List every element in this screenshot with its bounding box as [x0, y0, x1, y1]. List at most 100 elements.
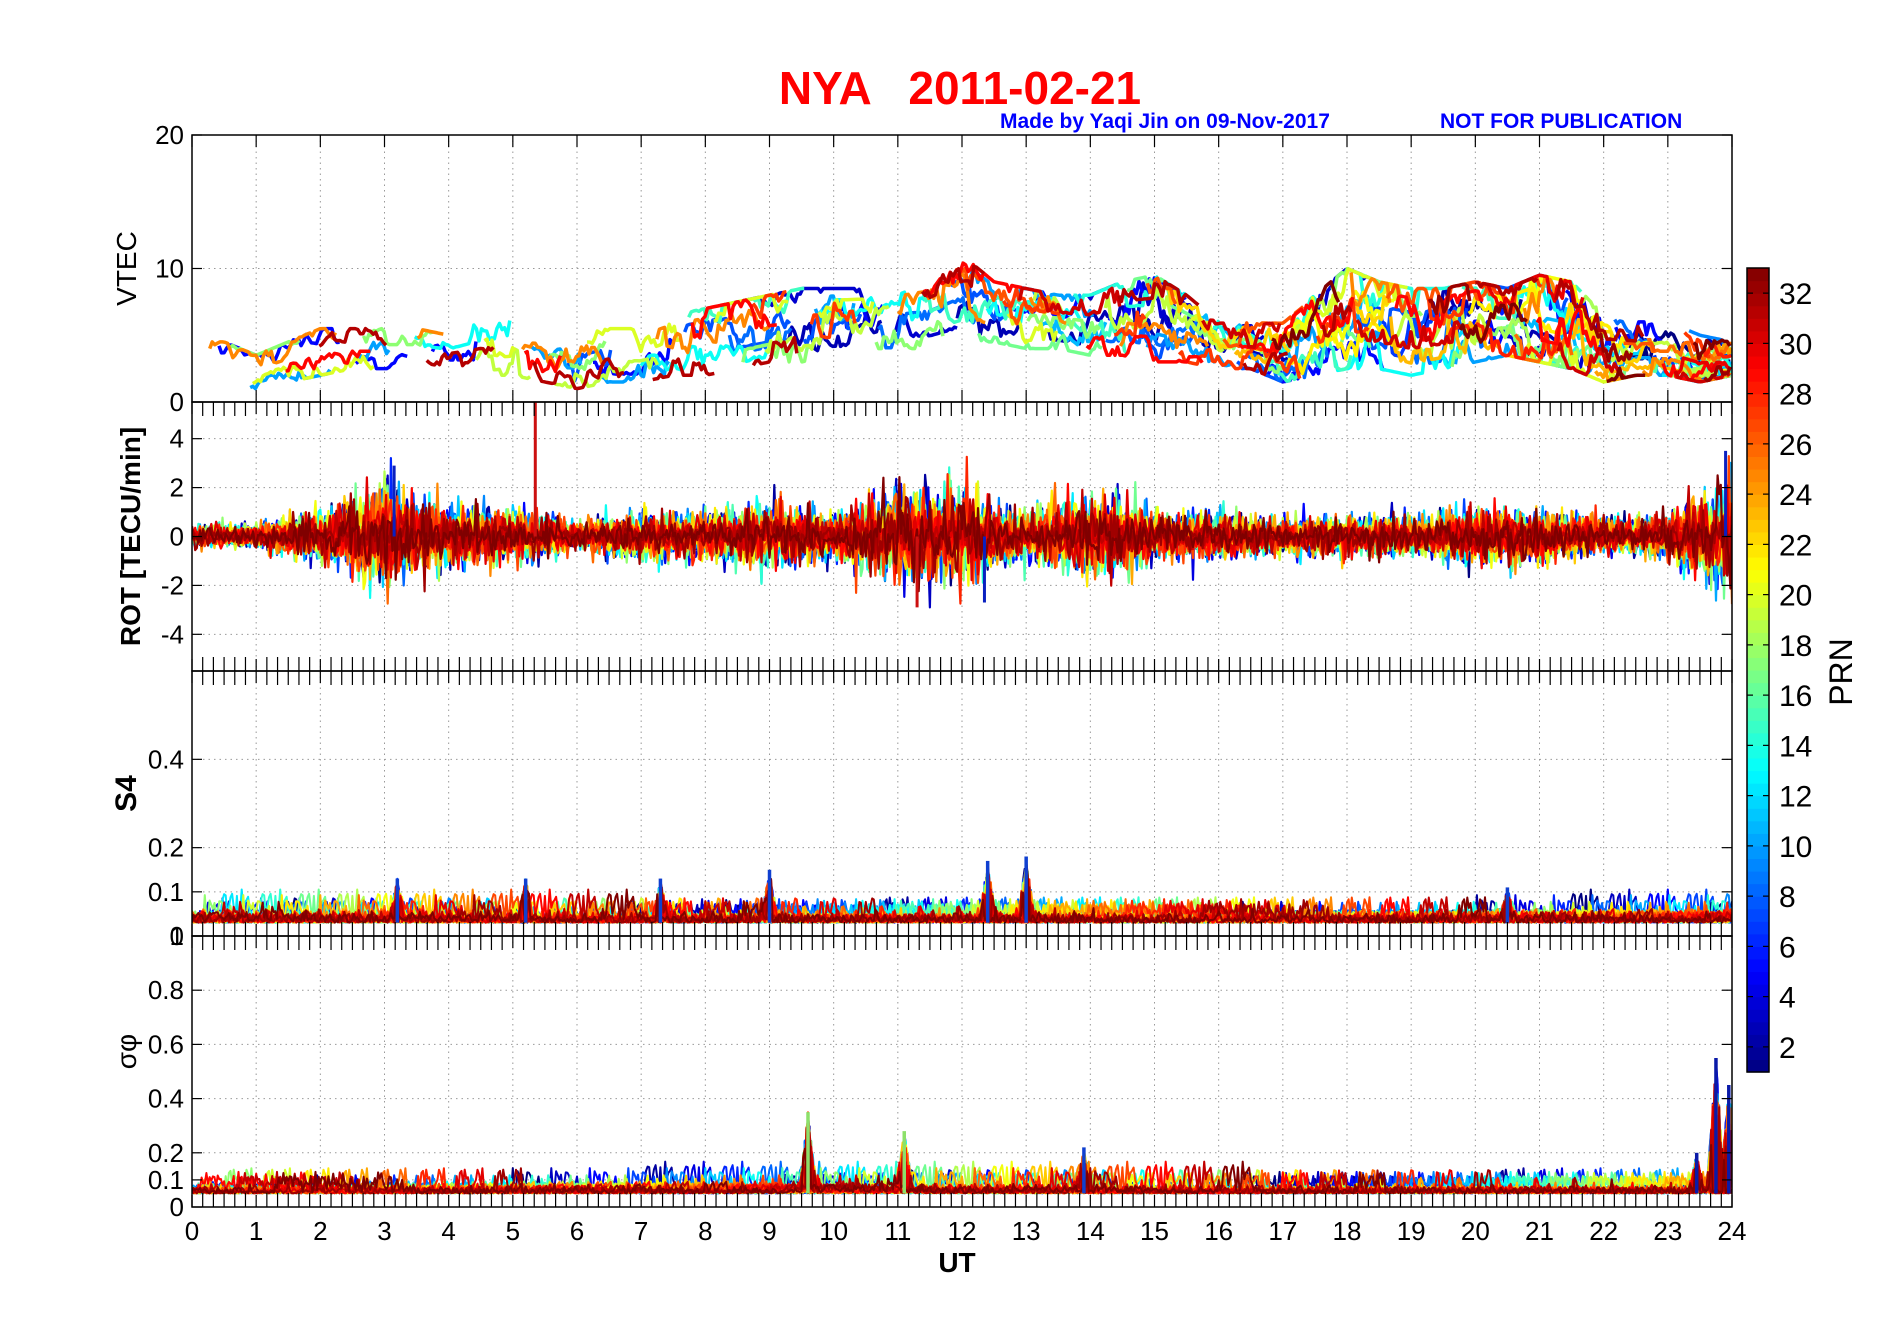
y-axis-label: ROT [TECU/min]	[115, 427, 146, 646]
y-tick-label: 0.2	[148, 1138, 184, 1168]
colorbar-cell	[1747, 268, 1769, 282]
x-tick-label: 23	[1653, 1216, 1682, 1246]
colorbar-cell	[1747, 896, 1769, 910]
figure-background	[0, 0, 1904, 1330]
x-tick-label: 1	[249, 1216, 263, 1246]
y-axis-label: S4	[110, 775, 143, 812]
colorbar-cell	[1747, 519, 1769, 533]
x-tick-label: 12	[948, 1216, 977, 1246]
colorbar-tick-label: 12	[1779, 781, 1812, 814]
x-tick-label: 8	[698, 1216, 712, 1246]
y-tick-label: 0.4	[148, 1084, 184, 1114]
colorbar-cell	[1747, 506, 1769, 520]
colorbar-cell	[1747, 418, 1769, 432]
colorbar-tick-label: 28	[1779, 379, 1812, 412]
colorbar-cell	[1747, 443, 1769, 458]
x-tick-label: 2	[313, 1216, 327, 1246]
colorbar-cell	[1747, 670, 1769, 684]
y-tick-label: 4	[170, 424, 184, 454]
colorbar-cell	[1747, 833, 1769, 847]
colorbar-cell	[1747, 921, 1769, 935]
x-tick-label: 5	[506, 1216, 520, 1246]
colorbar-tick-label: 16	[1779, 680, 1812, 713]
colorbar-cell	[1747, 933, 1769, 947]
x-tick-label: 16	[1204, 1216, 1233, 1246]
colorbar-cell	[1747, 644, 1769, 659]
y-tick-label: 0.2	[148, 833, 184, 863]
colorbar-cell	[1747, 984, 1769, 998]
colorbar-cell	[1747, 481, 1769, 495]
y-axis-label: σφ	[111, 1034, 142, 1069]
y-tick-label: 0.4	[148, 744, 184, 774]
x-tick-label: 15	[1140, 1216, 1169, 1246]
colorbar-cell	[1747, 732, 1769, 746]
x-tick-label: 21	[1525, 1216, 1554, 1246]
colorbar-tick-label: 8	[1779, 881, 1796, 914]
x-tick-label: 14	[1076, 1216, 1105, 1246]
colorbar-cell	[1747, 795, 1769, 809]
x-tick-label: 11	[884, 1216, 911, 1246]
x-tick-label: 13	[1012, 1216, 1041, 1246]
colorbar-cell	[1747, 820, 1769, 834]
colorbar-cell	[1747, 971, 1769, 985]
colorbar-cell	[1747, 958, 1769, 973]
y-tick-label: 0.1	[148, 877, 184, 907]
colorbar-cell	[1747, 883, 1769, 897]
colorbar-cell	[1747, 556, 1769, 571]
colorbar-cell	[1747, 908, 1769, 922]
colorbar-cell	[1747, 845, 1769, 860]
colorbar-tick-label: 32	[1779, 278, 1812, 311]
colorbar-cell	[1747, 632, 1769, 646]
colorbar-cell	[1747, 1046, 1769, 1061]
colorbar-cell	[1747, 619, 1769, 633]
colorbar-cell	[1747, 305, 1769, 319]
colorbar-cell	[1747, 368, 1769, 382]
y-tick-label: 0	[170, 522, 184, 552]
colorbar-cell	[1747, 783, 1769, 797]
colorbar-cell	[1747, 456, 1769, 470]
x-tick-label: 4	[441, 1216, 455, 1246]
colorbar-cell	[1747, 607, 1769, 621]
x-tick-label: 3	[377, 1216, 391, 1246]
colorbar-tick-label: 18	[1779, 630, 1812, 663]
y-tick-label: 0	[170, 1192, 184, 1222]
colorbar-cell	[1747, 707, 1769, 721]
x-tick-label: 22	[1589, 1216, 1618, 1246]
figure-title: NYA 2011-02-21	[779, 62, 1141, 114]
y-tick-label: 20	[155, 120, 184, 150]
colorbar-cell	[1747, 431, 1769, 445]
colorbar-cell	[1747, 293, 1769, 307]
colorbar-cell	[1747, 757, 1769, 772]
colorbar-cell	[1747, 996, 1769, 1010]
y-tick-label: 1	[170, 921, 184, 951]
y-tick-label: 0.8	[148, 975, 184, 1005]
x-tick-label: 0	[185, 1216, 199, 1246]
figure: NYA 2011-02-21 Made by Yaqi Jin on 09-No…	[0, 0, 1904, 1330]
x-tick-label: 17	[1268, 1216, 1297, 1246]
y-tick-label: 2	[170, 473, 184, 503]
colorbar-cell	[1747, 808, 1769, 822]
colorbar-cell	[1747, 494, 1769, 508]
colorbar-cell	[1747, 682, 1769, 696]
x-tick-label: 7	[634, 1216, 648, 1246]
colorbar-cell	[1747, 318, 1769, 332]
colorbar-cell	[1747, 582, 1769, 596]
y-axis-label: VTEC	[111, 231, 142, 306]
colorbar-cell	[1747, 1009, 1769, 1023]
colorbar-cell	[1747, 381, 1769, 395]
x-tick-label: 10	[819, 1216, 848, 1246]
colorbar-tick-label: 14	[1779, 730, 1812, 763]
colorbar-tick-label: 20	[1779, 580, 1812, 613]
x-tick-label: 19	[1397, 1216, 1426, 1246]
x-axis-label: UT	[938, 1247, 975, 1278]
x-tick-label: 24	[1718, 1216, 1747, 1246]
colorbar-cell	[1747, 393, 1769, 407]
colorbar-cell	[1747, 531, 1769, 545]
colorbar-cell	[1747, 745, 1769, 759]
colorbar-cell	[1747, 355, 1769, 370]
x-tick-label: 20	[1461, 1216, 1490, 1246]
colorbar-cell	[1747, 695, 1769, 709]
x-tick-label: 6	[570, 1216, 584, 1246]
colorbar-tick-label: 22	[1779, 529, 1812, 562]
colorbar-tick-label: 6	[1779, 931, 1796, 964]
